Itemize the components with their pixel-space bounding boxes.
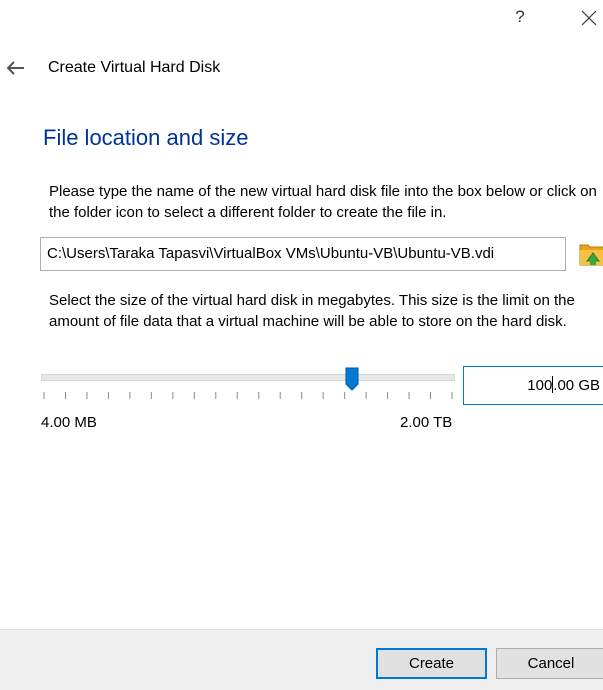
slider-min-label: 4.00 MB [41,414,97,431]
folder-icon [579,244,603,266]
dialog-title: Create Virtual Hard Disk [48,59,221,76]
size-value-after-caret: .00 GB [553,377,600,394]
slider-max-label: 2.00 TB [400,414,453,431]
section-heading: File location and size [43,125,249,150]
size-value-before-caret: 100 [527,377,553,394]
file-path-input[interactable]: C:\Users\Taraka Tapasvi\VirtualBox VMs\U… [40,237,566,271]
close-icon [581,10,597,26]
choose-folder-button[interactable] [579,241,603,267]
create-button[interactable]: Create [376,648,487,679]
help-button[interactable]: ? [507,4,533,30]
disk-size-slider-track[interactable] [41,374,455,381]
slider-ticks [43,392,453,399]
size-instructions: Select the size of the virtual hard disk… [49,292,575,330]
arrow-left-icon [6,61,24,75]
close-button[interactable] [575,4,603,30]
back-button[interactable] [4,58,26,78]
create-virtual-hard-disk-dialog: ? Create Virtual Hard Disk File location… [0,0,603,690]
disk-size-slider-thumb[interactable] [345,367,359,391]
disk-size-input[interactable]: 100.00 GB [463,366,603,405]
cancel-button[interactable]: Cancel [496,648,603,679]
location-instructions: Please type the name of the new virtual … [49,183,597,221]
